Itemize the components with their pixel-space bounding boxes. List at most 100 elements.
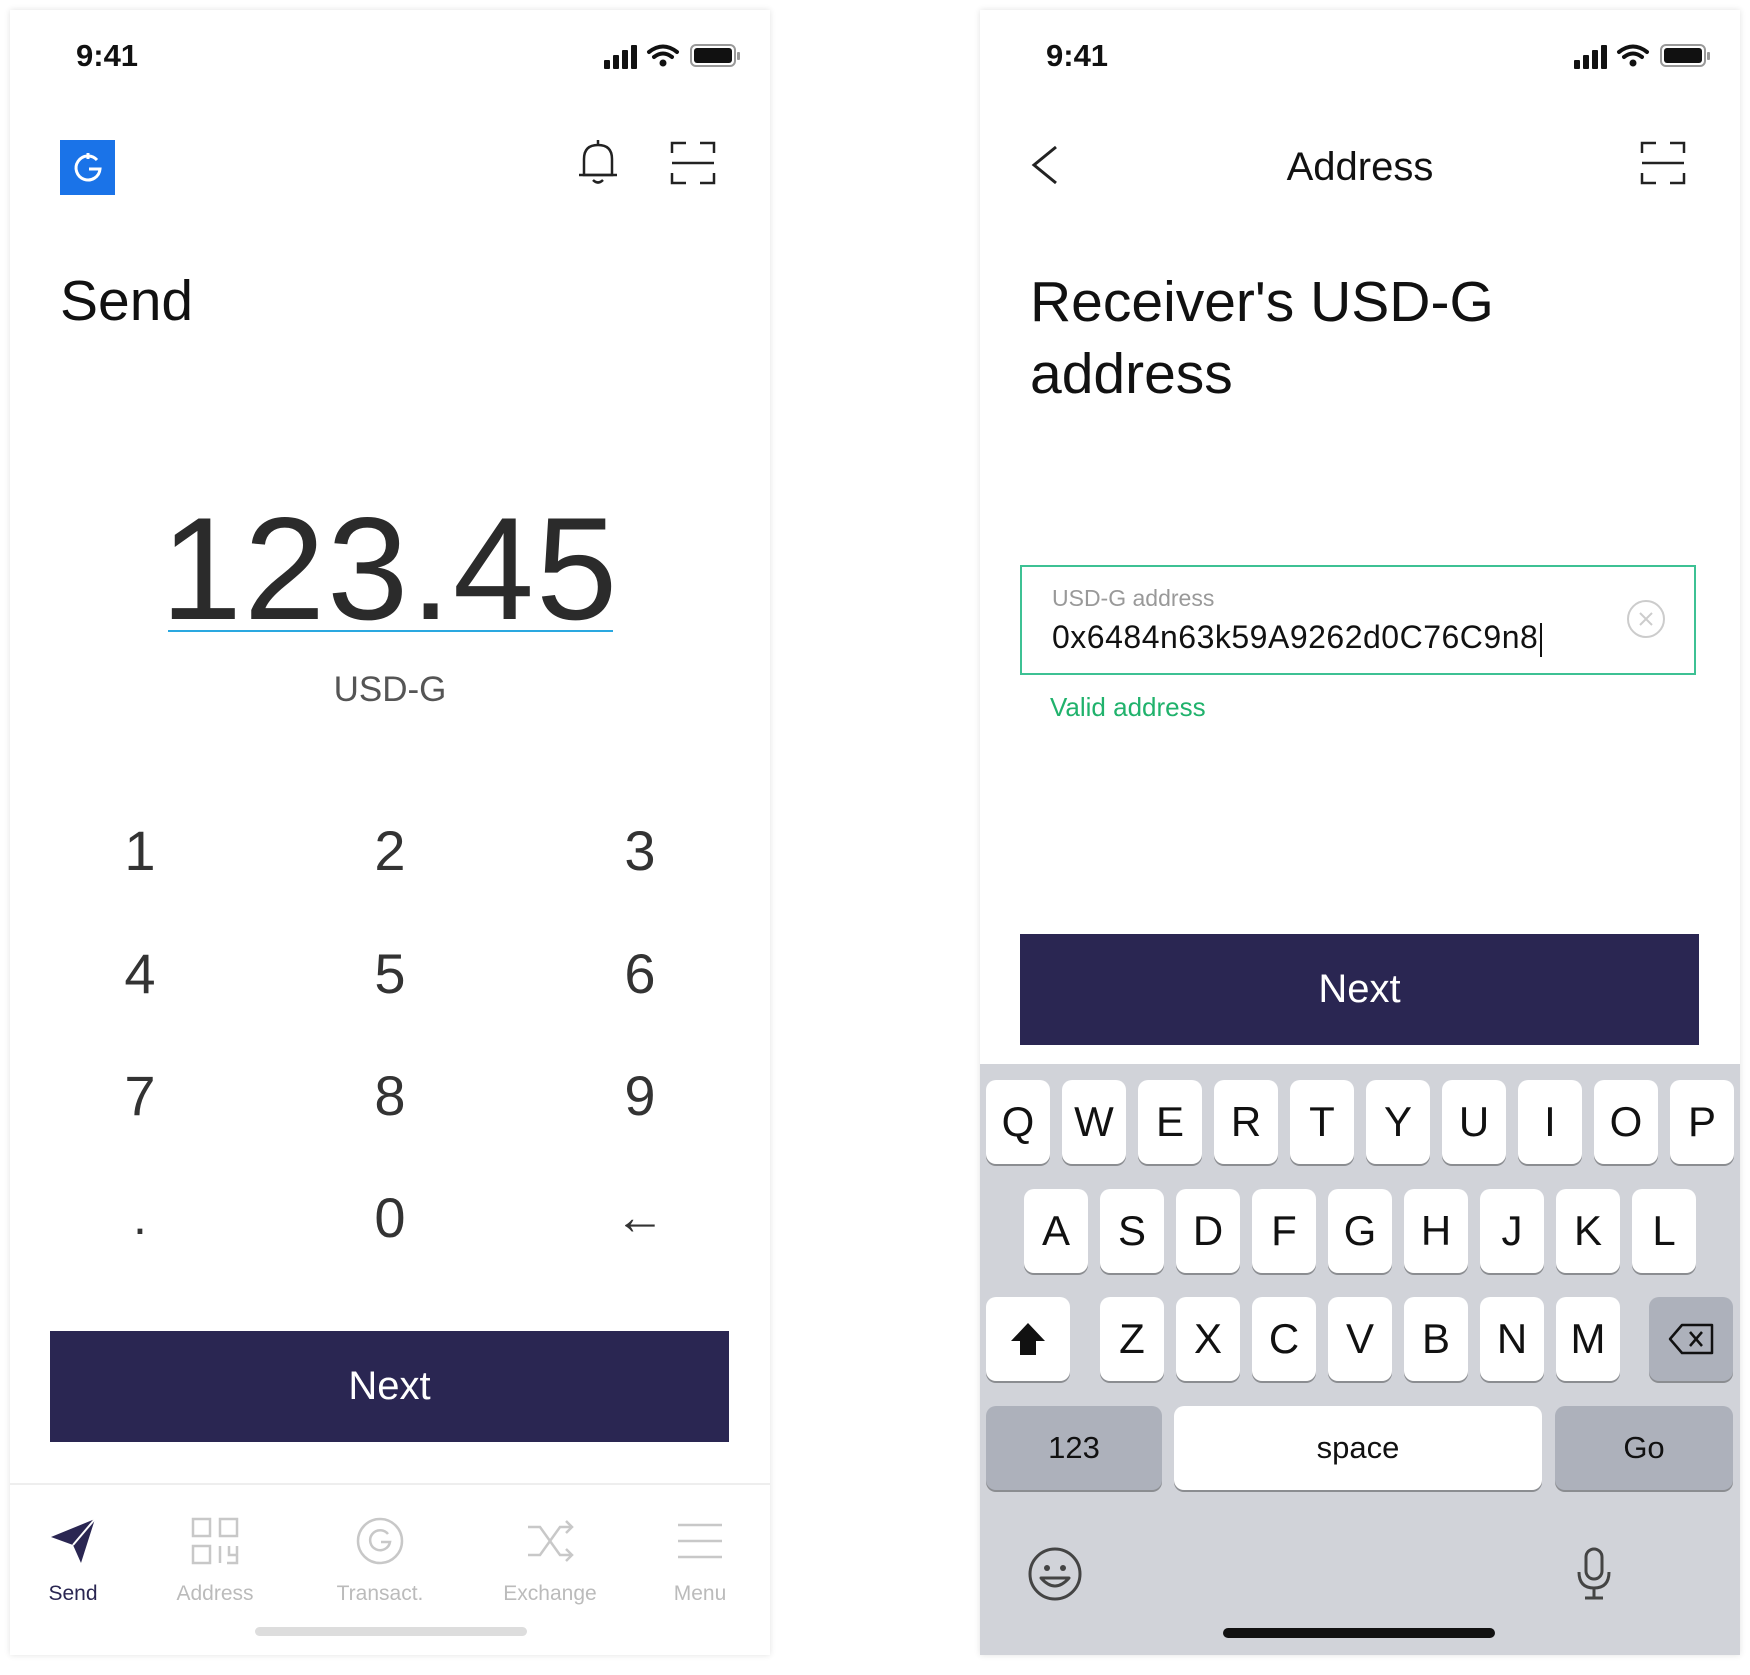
key-h[interactable]: H: [1404, 1189, 1468, 1273]
backspace-key[interactable]: ←: [565, 1167, 715, 1267]
numbers-key[interactable]: 123: [986, 1406, 1162, 1490]
key-y[interactable]: Y: [1366, 1080, 1430, 1164]
address-field[interactable]: USD-G address 0x6484n63k59A9262d0C76C9n8: [1020, 565, 1696, 675]
shift-key[interactable]: [986, 1297, 1070, 1381]
space-key[interactable]: space: [1174, 1406, 1542, 1490]
key-5[interactable]: 5: [315, 923, 465, 1023]
key-a[interactable]: A: [1024, 1189, 1088, 1273]
wifi-icon: [1617, 44, 1649, 59]
key-w[interactable]: W: [1062, 1080, 1126, 1164]
key-decimal[interactable]: .: [65, 1167, 215, 1267]
page-title: Send: [60, 269, 194, 333]
microphone-icon: [1577, 1547, 1611, 1600]
send-screen: 9:41 Send 123.45 USD-G 1 2 3 4 5 6 7 8 9…: [10, 10, 770, 1655]
key-j[interactable]: J: [1480, 1189, 1544, 1273]
key-l[interactable]: L: [1632, 1189, 1696, 1273]
currency-label: USD-G: [333, 670, 447, 709]
tab-menu[interactable]: Menu: [625, 1485, 770, 1625]
text-caret: [1540, 622, 1543, 657]
send-icon: [51, 1518, 96, 1563]
key-g[interactable]: G: [1328, 1189, 1392, 1273]
key-t[interactable]: T: [1290, 1080, 1354, 1164]
key-6[interactable]: 6: [565, 923, 715, 1023]
key-o[interactable]: O: [1594, 1080, 1658, 1164]
bell-icon: [579, 140, 617, 184]
home-indicator: [1223, 1628, 1495, 1638]
home-indicator: [255, 1627, 527, 1636]
key-q[interactable]: Q: [986, 1080, 1050, 1164]
next-button[interactable]: Next: [1020, 934, 1699, 1045]
battery-icon: [1660, 44, 1710, 67]
delete-key[interactable]: [1649, 1297, 1733, 1381]
key-z[interactable]: Z: [1100, 1297, 1164, 1381]
validation-message: Valid address: [1050, 692, 1206, 722]
tab-label: Transact.: [336, 1582, 424, 1605]
tab-label: Address: [176, 1582, 254, 1605]
key-f[interactable]: F: [1252, 1189, 1316, 1273]
emoji-button[interactable]: [1025, 1544, 1085, 1604]
key-b[interactable]: B: [1404, 1297, 1468, 1381]
key-8[interactable]: 8: [315, 1045, 465, 1145]
key-r[interactable]: R: [1214, 1080, 1278, 1164]
key-1[interactable]: 1: [65, 800, 215, 900]
scan-button[interactable]: [665, 135, 721, 191]
tab-transactions[interactable]: Transact.: [305, 1485, 455, 1625]
clear-icon[interactable]: [1626, 599, 1666, 639]
tab-exchange[interactable]: Exchange: [475, 1485, 625, 1625]
key-x[interactable]: X: [1176, 1297, 1240, 1381]
emoji-icon: [1028, 1547, 1082, 1601]
status-time: 9:41: [1046, 38, 1109, 73]
address-input-value[interactable]: 0x6484n63k59A9262d0C76C9n8: [1052, 619, 1543, 657]
tab-label: Menu: [673, 1582, 727, 1605]
next-button[interactable]: Next: [50, 1331, 729, 1442]
coin-icon: [356, 1517, 404, 1565]
shuffle-icon: [528, 1520, 574, 1562]
key-0[interactable]: 0: [315, 1167, 465, 1267]
scan-icon: [670, 141, 716, 185]
scan-button[interactable]: [1635, 135, 1691, 191]
key-k[interactable]: K: [1556, 1189, 1620, 1273]
address-field-label: USD-G address: [1052, 585, 1215, 611]
battery-icon: [690, 44, 740, 67]
tab-send[interactable]: Send: [10, 1485, 148, 1625]
status-time: 9:41: [76, 38, 139, 73]
delete-backspace-icon: [1668, 1323, 1714, 1355]
tab-label: Send: [48, 1582, 98, 1605]
wifi-icon: [647, 44, 679, 59]
shift-arrow-icon: [1011, 1323, 1045, 1355]
key-7[interactable]: 7: [65, 1045, 215, 1145]
address-text: 0x6484n63k59A9262d0C76C9n8: [1052, 619, 1539, 655]
page-heading: Receiver's USD-G address: [1030, 270, 1494, 406]
tab-label: Exchange: [503, 1582, 597, 1605]
menu-icon: [678, 1523, 722, 1559]
signal-icon: [1574, 45, 1607, 69]
nav-title: Address: [1286, 145, 1434, 189]
key-v[interactable]: V: [1328, 1297, 1392, 1381]
key-2[interactable]: 2: [315, 800, 465, 900]
key-9[interactable]: 9: [565, 1045, 715, 1145]
key-s[interactable]: S: [1100, 1189, 1164, 1273]
tab-address[interactable]: Address: [140, 1485, 290, 1625]
logo-g-icon: [74, 152, 102, 181]
notifications-button[interactable]: [570, 133, 626, 193]
key-p[interactable]: P: [1670, 1080, 1734, 1164]
app-logo: [60, 140, 115, 195]
key-d[interactable]: D: [1176, 1189, 1240, 1273]
status-icons: [604, 43, 742, 69]
signal-icon: [604, 45, 637, 69]
key-u[interactable]: U: [1442, 1080, 1506, 1164]
key-3[interactable]: 3: [565, 800, 715, 900]
key-m[interactable]: M: [1556, 1297, 1620, 1381]
key-i[interactable]: I: [1518, 1080, 1582, 1164]
key-e[interactable]: E: [1138, 1080, 1202, 1164]
qr-grid-icon: [191, 1517, 239, 1565]
microphone-button[interactable]: [1564, 1544, 1624, 1604]
key-c[interactable]: C: [1252, 1297, 1316, 1381]
key-4[interactable]: 4: [65, 923, 215, 1023]
go-key[interactable]: Go: [1555, 1406, 1733, 1490]
amount-underline: [168, 630, 613, 632]
scan-icon: [1640, 141, 1686, 185]
address-screen: 9:41 Address Receiver's USD-G address US…: [980, 10, 1740, 1655]
key-n[interactable]: N: [1480, 1297, 1544, 1381]
amount-display[interactable]: 123.45: [10, 485, 770, 653]
